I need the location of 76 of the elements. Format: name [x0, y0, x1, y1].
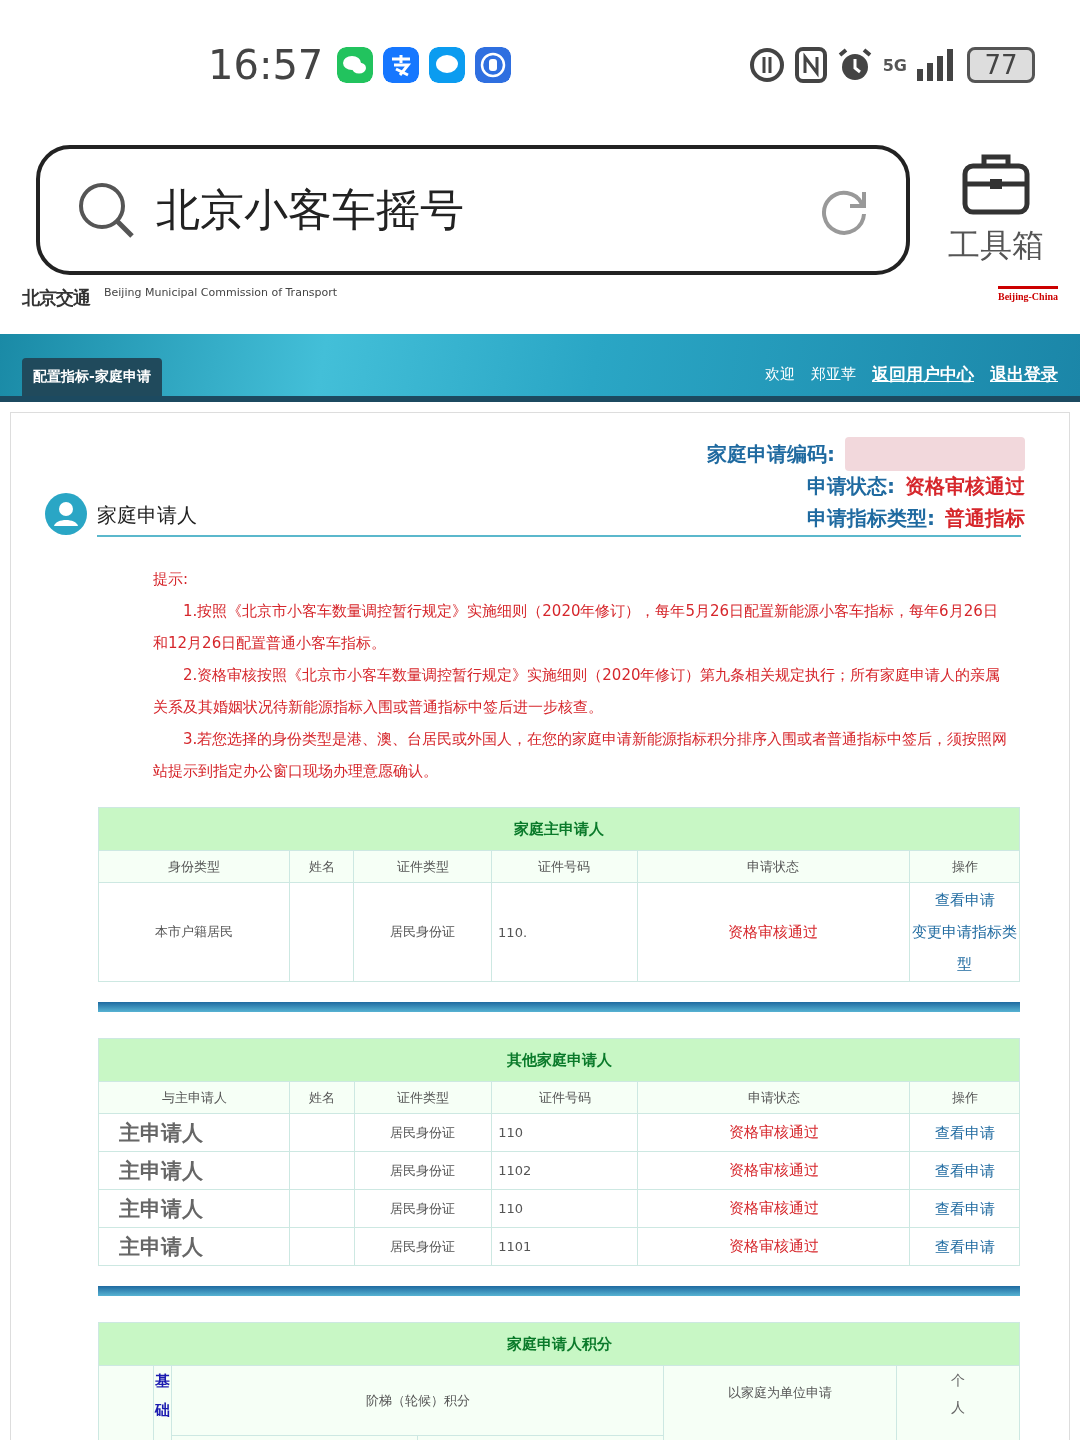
table-cell: 主申请人 — [98, 1227, 290, 1266]
summary-label: 申请指标类型: — [807, 504, 935, 532]
status-time: 16:57 — [208, 42, 324, 88]
status-cell: 资格审核通过 — [637, 1151, 910, 1190]
column-header: 证件号码 — [491, 850, 638, 883]
nfc-icon — [794, 47, 827, 83]
column-header: 操作 — [909, 1081, 1020, 1114]
summary-value: 普通指标 — [945, 504, 1025, 532]
table-cell: 主申请人 — [98, 1189, 290, 1228]
status-cell: 资格审核通过 — [637, 882, 910, 982]
table-title: 其他家庭申请人 — [98, 1038, 1020, 1082]
network-type: 5G — [882, 55, 907, 75]
welcome-text: 欢迎 — [765, 365, 795, 384]
table-cell: 居民身份证 — [353, 882, 492, 982]
summary-label: 家庭申请编码: — [707, 440, 835, 468]
status-cell: 资格审核通过 — [637, 1113, 910, 1152]
search-icon — [76, 180, 136, 240]
notice-paragraph: 3.若您选择的身份类型是港、澳、台居民或外国人，在您的家庭申请新能源指标积分排序入围或者普通指标中签后，须按照网站提示到指定办公窗口现场办理意愿确认。 — [153, 729, 1009, 782]
column-header: 申请状态 — [637, 1081, 910, 1114]
column-header: 操作 — [909, 850, 1020, 883]
toolbox-icon[interactable] — [962, 152, 1030, 216]
column-header: 基础 — [155, 1371, 170, 1421]
status-cell: 资格审核通过 — [637, 1189, 910, 1228]
toolbox-label: 工具箱 — [948, 225, 1044, 266]
site-logo: 北京交通 — [22, 286, 90, 310]
table-cell: 主申请人 — [98, 1113, 290, 1152]
summary-label: 申请状态: — [807, 472, 895, 500]
table-title: 家庭申请人积分 — [98, 1322, 1020, 1366]
table-cell: 主申请人 — [98, 1151, 290, 1190]
action-link[interactable]: 查看申请 — [909, 1189, 1020, 1228]
alarm-icon — [836, 47, 873, 83]
status-cell: 资格审核通过 — [637, 1227, 910, 1266]
table-cell: 居民身份证 — [354, 1113, 492, 1152]
column-header: 身份类型 — [98, 850, 290, 883]
summary-value: 资格审核通过 — [905, 472, 1025, 500]
section-title: 家庭申请人 — [97, 502, 197, 529]
region-logo: Beijing-China — [998, 286, 1058, 302]
notice-paragraph: 1.按照《北京市小客车数量调控暂行规定》实施细则（2020年修订），每年5月26日配置新能源小客车指标，每年6月26日和12月26日配置普通小客车指标。 — [153, 601, 999, 654]
column-header: 证件类型 — [353, 850, 492, 883]
org-name: Beijing Municipal Commission of Transport — [104, 286, 338, 299]
action-link[interactable]: 查看申请 — [911, 884, 1018, 916]
header-link[interactable]: 返回用户中心 — [872, 363, 974, 386]
action-link[interactable]: 查看申请 — [909, 1113, 1020, 1152]
battery-indicator: 77 — [967, 47, 1035, 83]
header-link[interactable]: 退出登录 — [990, 363, 1058, 386]
column-header: 与主申请人 — [98, 1081, 290, 1114]
table-cell: 1102 — [491, 1151, 638, 1190]
column-header: 姓名 — [289, 1081, 355, 1114]
column-header: 证件号码 — [491, 1081, 638, 1114]
table-cell: 1101 — [491, 1227, 638, 1266]
action-link[interactable]: 变更申请指标类型 — [911, 916, 1018, 980]
user-name: 郑亚苹 — [811, 365, 856, 384]
payment-app-icon — [383, 47, 420, 83]
table-cell: 居民身份证 — [354, 1151, 492, 1190]
notice-paragraph: 2.资格审核按照《北京市小客车数量调控暂行规定》实施细则（2020年修订）第九条相关规定执行；所有家庭申请人的亲属关系及其婚姻状况待新能源指标入围或普通指标中签后进一步核查。 — [153, 665, 1002, 718]
column-header: 姓名 — [289, 850, 354, 883]
table-cell: 居民身份证 — [354, 1227, 492, 1266]
message-app-icon — [429, 47, 466, 83]
table-cell: 110. — [491, 882, 638, 982]
chat-app-icon — [337, 47, 374, 83]
search-field[interactable]: 北京小客车摇号 — [36, 145, 910, 275]
column-header: 阶梯（轮候）积分 — [171, 1365, 664, 1436]
table-cell: 110 — [491, 1113, 638, 1152]
table-cell: 本市户籍居民 — [98, 882, 290, 982]
column-header: 证件类型 — [354, 1081, 492, 1114]
table-cell: 居民身份证 — [354, 1189, 492, 1228]
action-link[interactable]: 查看申请 — [909, 1227, 1020, 1266]
column-header: 个人 — [951, 1371, 965, 1417]
user-icon — [45, 493, 87, 535]
table-cell: 110 — [491, 1189, 638, 1228]
table-title: 家庭主申请人 — [98, 807, 1020, 851]
action-link[interactable]: 查看申请 — [909, 1151, 1020, 1190]
page-tab[interactable]: 配置指标-家庭申请 — [22, 358, 162, 396]
column-header: 申请状态 — [637, 850, 910, 883]
notes-title: 提示: — [153, 569, 190, 590]
column-header: 以家庭为单位申请 — [663, 1365, 897, 1440]
